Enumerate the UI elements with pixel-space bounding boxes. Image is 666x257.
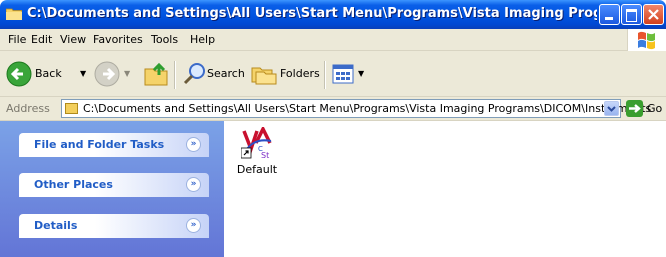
chevron-down-icon[interactable]: » — [186, 137, 201, 152]
window-title: C:\Documents and Settings\All Users\Star… — [27, 6, 597, 21]
maximize-button[interactable] — [621, 4, 642, 25]
chevron-down-icon[interactable]: » — [186, 218, 201, 233]
views-button[interactable]: ▼ — [331, 62, 367, 86]
views-dropdown-icon[interactable]: ▼ — [358, 69, 364, 78]
menu-tools[interactable]: Tools — [151, 33, 178, 46]
back-label: Back — [35, 67, 62, 80]
menu-edit[interactable]: Edit — [31, 33, 52, 46]
forward-dropdown-icon[interactable]: ▼ — [124, 69, 130, 78]
folder-icon — [6, 8, 22, 20]
go-label[interactable]: Go — [647, 102, 662, 115]
windows-logo — [627, 29, 666, 51]
windows-flag-icon — [638, 31, 655, 50]
explorer-window: C:\Documents and Settings\All Users\Star… — [0, 0, 666, 257]
standard-toolbar: Back ▼ ▼ Search Folders ▼ — [0, 51, 666, 97]
menu-bar: File Edit View Favorites Tools Help — [0, 29, 666, 51]
menu-file[interactable]: File — [8, 33, 26, 46]
chevron-down-icon — [607, 106, 616, 112]
go-button[interactable] — [626, 100, 643, 117]
search-button[interactable]: Search — [181, 60, 245, 88]
details-header[interactable]: Details » — [19, 214, 209, 238]
up-folder-icon[interactable] — [143, 61, 169, 87]
file-and-folder-tasks-header[interactable]: File and Folder Tasks » — [19, 133, 209, 157]
address-label: Address — [6, 102, 50, 115]
svg-text:St: St — [261, 151, 269, 159]
views-icon — [332, 64, 354, 84]
back-arrow-icon — [6, 61, 32, 87]
menu-help[interactable]: Help — [190, 33, 215, 46]
back-button[interactable]: Back ▼ — [4, 60, 86, 88]
close-button[interactable] — [643, 4, 664, 25]
maximize-icon — [626, 9, 637, 22]
go-arrow-icon — [629, 104, 641, 113]
folder-icon — [65, 103, 78, 114]
address-input[interactable]: C:\Documents and Settings\All Users\Star… — [61, 99, 651, 118]
folders-button[interactable]: Folders — [249, 60, 320, 88]
task-pane: File and Folder Tasks » Other Places » D… — [0, 121, 224, 257]
back-dropdown-icon[interactable]: ▼ — [80, 69, 86, 78]
other-places-header[interactable]: Other Places » — [19, 173, 209, 197]
minimize-button[interactable] — [599, 4, 620, 25]
menu-favorites[interactable]: Favorites — [93, 33, 143, 46]
folders-label: Folders — [280, 67, 320, 80]
section-label: Details — [34, 219, 78, 232]
minimize-icon — [605, 17, 613, 20]
file-item-default[interactable]: C St Default — [234, 127, 280, 181]
address-bar: Address C:\Documents and Settings\All Us… — [0, 97, 666, 121]
toolbar-separator — [174, 61, 176, 89]
chevron-down-icon[interactable]: » — [186, 177, 201, 192]
forward-arrow-icon — [94, 61, 120, 87]
title-bar[interactable]: C:\Documents and Settings\All Users\Star… — [0, 0, 666, 29]
menu-view[interactable]: View — [60, 33, 86, 46]
section-label: File and Folder Tasks — [34, 138, 165, 151]
file-list-area[interactable]: C St Default — [224, 121, 666, 257]
folders-icon — [251, 67, 277, 85]
close-icon — [648, 9, 659, 20]
address-path: C:\Documents and Settings\All Users\Star… — [83, 102, 652, 115]
address-dropdown-button[interactable] — [604, 101, 619, 116]
file-name: Default — [236, 163, 278, 176]
section-label: Other Places — [34, 178, 113, 191]
forward-button[interactable]: ▼ — [94, 60, 134, 88]
vista-shortcut-icon: C St — [241, 127, 272, 159]
search-label: Search — [207, 67, 245, 80]
toolbar-separator — [324, 61, 326, 89]
search-icon — [183, 63, 205, 85]
